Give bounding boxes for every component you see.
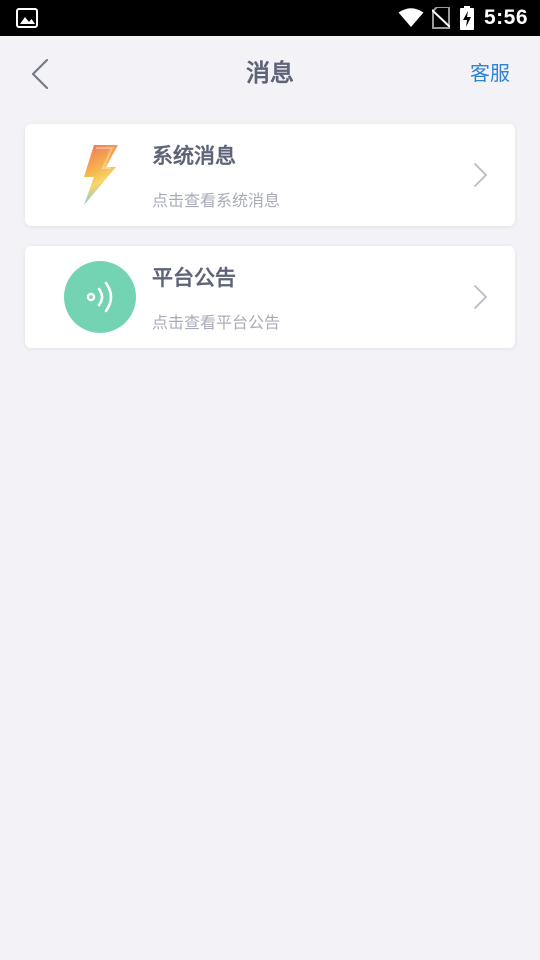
nav-header: 消息 客服: [0, 36, 540, 112]
status-time: 5:56: [483, 6, 528, 29]
chevron-right-icon: [474, 285, 487, 309]
message-list: 系统消息 点击查看系统消息 平台公告 点击查看平台公告: [25, 124, 515, 368]
wifi-icon: [398, 8, 424, 27]
customer-service-button[interactable]: 客服: [470, 36, 510, 112]
page-title: 消息: [246, 59, 294, 87]
message-title: 系统消息: [152, 144, 236, 168]
broadcast-icon: [64, 261, 136, 333]
status-icons: 5:56: [398, 0, 528, 36]
platform-announcement-item[interactable]: 平台公告 点击查看平台公告: [25, 246, 515, 348]
system-message-item[interactable]: 系统消息 点击查看系统消息: [25, 124, 515, 226]
chevron-right-icon: [474, 163, 487, 187]
status-bar: 5:56: [0, 0, 540, 36]
message-title: 平台公告: [152, 266, 236, 290]
message-subtitle: 点击查看系统消息: [152, 191, 281, 210]
battery-charging-icon: [459, 6, 474, 30]
message-subtitle: 点击查看平台公告: [152, 313, 281, 332]
no-sim-icon: [431, 7, 450, 29]
lightning-icon: [64, 139, 136, 211]
gallery-icon: [16, 8, 38, 28]
